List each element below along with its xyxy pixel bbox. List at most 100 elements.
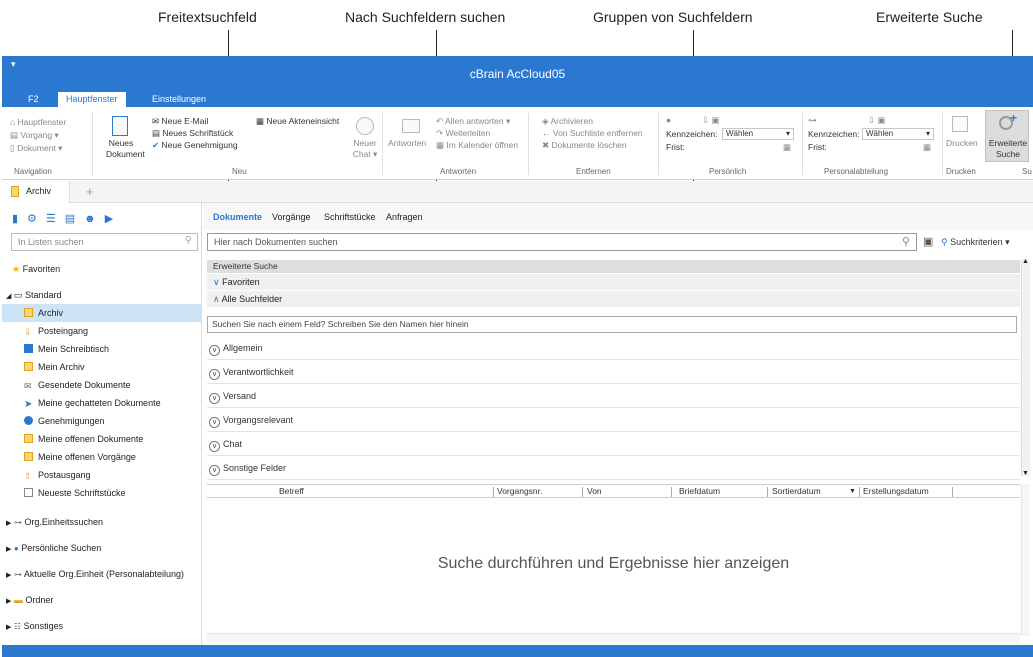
field-group-allgemein[interactable]: ∨ Allgemein xyxy=(207,336,1020,360)
sidebar-item-offene-dokumente[interactable]: Meine offenen Dokumente xyxy=(2,430,202,448)
nav-hauptfenster[interactable]: ⌂ Hauptfenster xyxy=(10,117,66,128)
standard-group[interactable]: ◢ ▭ Standard xyxy=(2,286,202,304)
left-toolbar-icons[interactable]: ▮⚙☰▤☻▶ xyxy=(12,212,122,225)
my-archive-icon xyxy=(24,362,33,371)
kennzeichen-label: Kennzeichen: xyxy=(666,129,718,139)
person-icon: ● xyxy=(13,544,19,553)
new-genehmigung-button[interactable]: ✔ Neue Genehmigung xyxy=(152,140,238,151)
list-search-field[interactable]: In Listen suchen ⚲ xyxy=(11,233,198,251)
tab-einstellungen[interactable]: Einstellungen xyxy=(144,92,214,107)
field-search-input[interactable]: Suchen Sie nach einem Feld? Schreiben Si… xyxy=(207,316,1017,333)
kennzeichen-label-2: Kennzeichen: xyxy=(808,129,860,139)
kennzeichen-select[interactable]: Wählen ▾ xyxy=(722,128,794,140)
tab-schriftstuecke[interactable]: Schriftstücke xyxy=(324,212,376,222)
sidebar-item-genehmigungen[interactable]: Genehmigungen xyxy=(2,412,202,430)
ribbon-separator xyxy=(658,113,659,175)
new-schriftstueck-button[interactable]: ▤ Neues Schriftstück xyxy=(152,128,233,139)
chevron-down-icon: ▾ xyxy=(785,129,790,138)
results-scrollbar[interactable] xyxy=(1021,484,1030,636)
archive-icon: ◈ xyxy=(542,116,549,126)
group-sonstiges[interactable]: ▶ ☷ Sonstiges xyxy=(2,617,202,635)
reply-all-icon: ↶ xyxy=(436,116,444,126)
sidebar-item-schreibtisch[interactable]: Mein Schreibtisch xyxy=(2,340,202,358)
favoriten-item[interactable]: ★ Favoriten xyxy=(2,260,202,278)
archive-icon xyxy=(11,186,19,197)
archivieren-button[interactable]: ◈ Archivieren xyxy=(542,116,593,127)
nav-vorgang[interactable]: ▤ Vorgang ▾ xyxy=(10,130,59,141)
chevron-down-icon: ∨ xyxy=(209,393,220,404)
weiterleiten-button[interactable]: ↷ Weiterleiten xyxy=(436,128,490,139)
group-neu: Neu xyxy=(232,167,247,176)
loeschen-button[interactable]: ✖ Dokumente löschen xyxy=(542,140,627,151)
save-icon[interactable]: ▣ xyxy=(923,235,933,248)
col-briefdatum[interactable]: Briefdatum xyxy=(679,486,720,496)
tab-hauptfenster[interactable]: Hauptfenster xyxy=(58,92,126,107)
kennzeichen-select-2[interactable]: Wählen ▾ xyxy=(862,128,934,140)
col-erstellungsdatum[interactable]: Erstellungsdatum xyxy=(863,486,929,496)
kalender-button[interactable]: ▦ Im Kalender öffnen xyxy=(436,140,518,151)
field-group-verantwortlichkeit[interactable]: ∨ Verantwortlichkeit xyxy=(207,360,1020,384)
group-entfernen: Entfernen xyxy=(576,167,611,176)
group-persoenliche-suchen[interactable]: ▶ ● Persönliche Suchen xyxy=(2,539,202,557)
tab-anfragen[interactable]: Anfragen xyxy=(386,212,423,222)
sidebar-item-posteingang[interactable]: ⇩ Posteingang xyxy=(2,322,202,340)
field-group-chat[interactable]: ∨ Chat xyxy=(207,432,1020,456)
erweiterte-suche-button[interactable]: + Erweiterte Suche xyxy=(985,110,1029,162)
scroll-down-icon[interactable]: ▼ xyxy=(1022,470,1029,477)
drucken-button[interactable]: Drucken xyxy=(946,138,978,149)
calendar-icon[interactable]: ▦ xyxy=(923,142,931,153)
col-separator xyxy=(859,487,860,497)
field-group-versand[interactable]: ∨ Versand xyxy=(207,384,1020,408)
add-tab-button[interactable]: + xyxy=(86,184,94,199)
tab-f2[interactable]: F2 xyxy=(20,92,47,107)
flag-icons: ⇩ ▣ xyxy=(868,115,886,125)
alle-suchfelder-section[interactable]: ∧ Alle Suchfelder xyxy=(207,291,1020,307)
suchkriterien-button[interactable]: ⚲ Suchkriterien ▾ xyxy=(941,234,1010,250)
freitext-search-input[interactable]: Hier nach Dokumenten suchen ⚲ xyxy=(207,233,917,251)
sidebar-item-mein-archiv[interactable]: Mein Archiv xyxy=(2,358,202,376)
new-document-button[interactable]: Neues Dokument xyxy=(106,138,145,160)
col-betreff[interactable]: Betreff xyxy=(279,486,304,496)
group-aktuelle-org[interactable]: ▶ ⊶ Aktuelle Org.Einheit (Personalabteil… xyxy=(2,565,202,583)
sidebar-item-neueste[interactable]: Neueste Schriftstücke xyxy=(2,484,202,502)
sidebar-item-archiv[interactable]: Archiv xyxy=(2,304,202,322)
field-group-vorgangsrelevant[interactable]: ∨ Vorgangsrelevant xyxy=(207,408,1020,432)
new-email-button[interactable]: ✉ Neue E-Mail xyxy=(152,116,208,127)
callout-gruppen: Gruppen von Suchfeldern xyxy=(593,9,753,25)
sidebar-item-postausgang[interactable]: ⇧ Postausgang xyxy=(2,466,202,484)
sidebar-item-gechattet[interactable]: ➤ Meine gechatteten Dokumente xyxy=(2,394,202,412)
field-group-sonstige[interactable]: ∨ Sonstige Felder xyxy=(207,456,1020,480)
tab-archiv[interactable]: Archiv xyxy=(2,181,70,203)
col-sortierdatum[interactable]: Sortierdatum xyxy=(772,486,821,496)
antworten-button[interactable]: Antworten xyxy=(388,138,426,149)
allen-antworten-button[interactable]: ↶ Allen antworten ▾ xyxy=(436,116,510,127)
new-akteneinsicht-button[interactable]: ▦ Neue Akteneinsicht xyxy=(256,116,339,127)
sidebar-item-gesendete[interactable]: ✉ Gesendete Dokumente xyxy=(2,376,202,394)
col-vorgangsnr[interactable]: Vorgangsnr. xyxy=(497,486,542,496)
org-icon: ⊶ xyxy=(13,570,22,579)
scroll-up-icon[interactable]: ▲ xyxy=(1022,258,1029,265)
tab-vorgaenge[interactable]: Vorgänge xyxy=(272,212,311,222)
fields-scrollbar[interactable]: ▲ ▼ xyxy=(1021,258,1030,477)
new-chat-button[interactable]: Neuer Chat ▾ xyxy=(352,138,378,160)
col-von[interactable]: Von xyxy=(587,486,602,496)
results-hscrollbar[interactable] xyxy=(207,633,1020,643)
screenshot-root: Freitextsuchfeld Nach Suchfeldern suchen… xyxy=(0,0,1033,657)
group-personalabteilung: Personalabteilung xyxy=(824,167,889,176)
group-org-einheitssuchen[interactable]: ▶ ⊶ Org.Einheitssuchen xyxy=(2,513,202,531)
calendar-icon[interactable]: ▦ xyxy=(783,142,791,153)
group-ordner[interactable]: ▶ ▬ Ordner xyxy=(2,591,202,609)
outbox-icon: ⇧ xyxy=(24,471,32,481)
case-icon xyxy=(24,452,33,461)
chevron-down-icon: ∨ xyxy=(213,277,220,287)
ribbon-separator xyxy=(942,113,943,175)
favoriten-section[interactable]: ∨ Favoriten xyxy=(207,274,1020,290)
tab-dokumente[interactable]: Dokumente xyxy=(213,212,262,222)
sidebar-item-offene-vorgaenge[interactable]: Meine offenen Vorgänge xyxy=(2,448,202,466)
ribbon: ⌂ Hauptfenster ▤ Vorgang ▾ ▯ Dokument ▾ … xyxy=(2,107,1033,180)
chevron-right-icon: ▶ xyxy=(6,546,12,553)
chevron-down-icon: ▾ xyxy=(1005,237,1010,247)
nav-dokument[interactable]: ▯ Dokument ▾ xyxy=(10,143,62,154)
chevron-down-icon: ◢ xyxy=(6,293,12,300)
von-suchliste-button[interactable]: ← Von Suchliste entfernen xyxy=(542,128,643,139)
